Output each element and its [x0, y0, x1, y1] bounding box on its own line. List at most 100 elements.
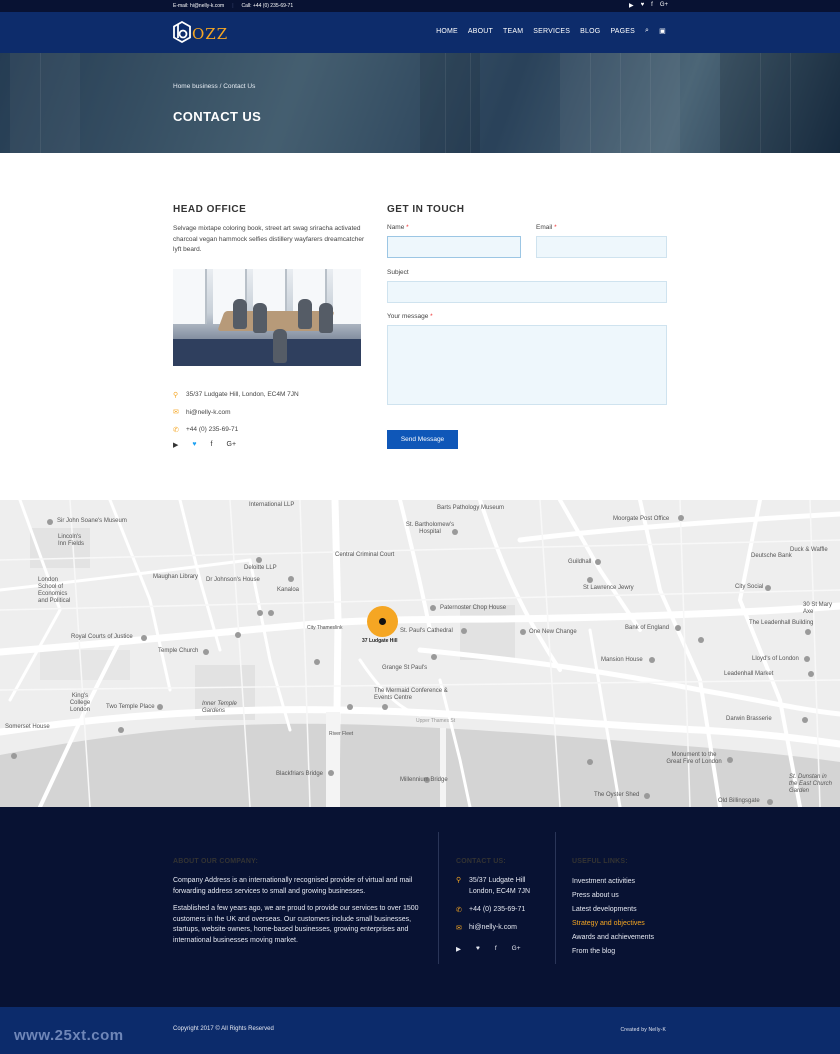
footer-about-text-2: Established a few years ago, we are prou…: [173, 905, 419, 944]
youtube-icon[interactable]: ▶: [456, 945, 461, 953]
map-label: Dr Johnson's House: [206, 577, 260, 583]
map-label: Upper Thames St: [416, 718, 456, 724]
twitter-icon[interactable]: ♥: [192, 441, 196, 449]
map-pin-dot: [379, 618, 386, 625]
footer-phone-text[interactable]: +44 (0) 235-69-71: [469, 906, 525, 914]
subject-field[interactable]: [387, 281, 667, 303]
map-label: St. Bartholomew's Hospital: [405, 522, 455, 535]
page-title: CONTACT US: [173, 109, 262, 124]
map-label: Central Criminal Court: [335, 552, 395, 558]
footer-link[interactable]: Latest developments: [572, 903, 654, 917]
email-label: Email *: [536, 224, 557, 231]
name-label: Name *: [387, 224, 409, 231]
facebook-icon[interactable]: f: [651, 2, 653, 9]
search-icon[interactable]: ⌕: [645, 27, 649, 35]
footer-contact-heading: CONTACT US:: [456, 858, 506, 865]
footer-link-active[interactable]: Strategy and objectives: [572, 917, 654, 931]
map-label: Royal Courts of Justice: [71, 634, 133, 640]
nav-home[interactable]: HOME: [436, 28, 458, 35]
name-field[interactable]: [387, 236, 521, 258]
footer-about-text-1: Company Address is an internationally re…: [173, 877, 413, 895]
facebook-icon[interactable]: f: [495, 945, 497, 953]
head-office-description: Selvage mixtape coloring book, street ar…: [173, 225, 365, 253]
map-label: Bank of England: [625, 625, 670, 631]
office-email[interactable]: ✉ hi@nelly-k.com: [173, 404, 299, 422]
map-label: 30 St Mary Axe: [803, 602, 833, 615]
map-label: St Lawrence Jewry: [583, 585, 634, 591]
topbar-phone[interactable]: Call: +44 (0) 235-69-71: [242, 3, 294, 9]
phone-value[interactable]: +44 (0) 235-69-71: [253, 3, 293, 9]
credit-text[interactable]: Created by Nelly-K: [620, 1027, 666, 1033]
map-label: The Oyster Shed: [594, 792, 640, 798]
map-label: River Fleet: [329, 731, 354, 737]
twitter-icon[interactable]: ♥: [641, 2, 645, 9]
map-label: Deutsche Bank: [751, 553, 792, 559]
footer-email-text[interactable]: hi@nelly-k.com: [469, 924, 517, 932]
office-phone[interactable]: ✆ +44 (0) 235-69-71: [173, 421, 299, 439]
location-map[interactable]: Sir John Soane's Museum Lincoln's Inn Fi…: [0, 500, 840, 807]
nav-pages[interactable]: PAGES: [610, 28, 635, 35]
map-label: The Leadenhall Building: [749, 620, 814, 626]
office-email-text[interactable]: hi@nelly-k.com: [186, 409, 231, 416]
map-label: International LLP: [249, 502, 295, 508]
subject-label: Subject: [387, 269, 409, 276]
head-office-heading: HEAD OFFICE: [173, 204, 247, 215]
footer-address-line1: 35/37 Ludgate Hill: [469, 877, 526, 884]
divider: |: [232, 3, 234, 9]
map-label: St. Dunstan in the East Church Garden: [789, 774, 833, 794]
office-social-links: ▶ ♥ f G+: [173, 441, 236, 449]
youtube-icon[interactable]: ▶: [173, 441, 178, 449]
email-value[interactable]: hi@nelly-k.com: [190, 3, 224, 9]
envelope-icon: ✉: [173, 409, 179, 417]
google-plus-icon[interactable]: G+: [660, 2, 668, 9]
footer-email[interactable]: ✉ hi@nelly-k.com: [456, 924, 517, 932]
bottom-bar: [0, 1007, 840, 1054]
map-label: Guildhall: [568, 559, 592, 565]
map-label: Maughan Library: [153, 574, 199, 580]
map-label: Barts Pathology Museum: [437, 505, 505, 511]
footer-about-heading: ABOUT OUR COMPANY:: [173, 858, 259, 865]
map-label: Lincoln's Inn Fields: [58, 534, 85, 547]
map-label: Deloitte LLP: [244, 565, 277, 571]
logo-text: OZZ: [192, 25, 229, 43]
map-label: Somerset House: [5, 724, 50, 730]
google-plus-icon[interactable]: G+: [512, 945, 521, 953]
footer-phone[interactable]: ✆ +44 (0) 235-69-71: [456, 906, 525, 914]
footer-link[interactable]: From the blog: [572, 945, 654, 959]
message-textarea[interactable]: [387, 325, 667, 405]
send-message-button[interactable]: Send Message: [387, 430, 458, 449]
map-label: One New Change: [529, 629, 577, 635]
map-label: Paternoster Chop House: [440, 605, 507, 611]
map-label: Lloyd's of London: [752, 656, 799, 662]
hero-banner: Home business / Contact Us CONTACT US: [0, 53, 840, 153]
map-label: Millennium Bridge: [400, 777, 448, 783]
email-field[interactable]: [536, 236, 667, 258]
main-navigation: OZZ HOME ABOUT TEAM SERVICES BLOG PAGES …: [0, 12, 840, 53]
footer-links-list: Investment activities Press about us Lat…: [572, 875, 654, 959]
breadcrumb[interactable]: Home business / Contact Us: [173, 83, 255, 90]
map-label: The Mermaid Conference & Events Centre: [374, 688, 448, 701]
facebook-icon[interactable]: f: [211, 441, 213, 449]
nav-about[interactable]: ABOUT: [468, 28, 493, 35]
footer-divider: [555, 832, 556, 964]
topbar-email[interactable]: E-mail: hi@nelly-k.com: [173, 3, 224, 9]
nav-blog[interactable]: BLOG: [580, 28, 600, 35]
map-label: Temple Church: [158, 648, 199, 654]
map-pin-marker[interactable]: [367, 606, 398, 637]
map-label: Moorgate Post Office: [613, 516, 670, 522]
copyright-text: Copyright 2017 © All Rights Reserved: [173, 1026, 274, 1032]
google-plus-icon[interactable]: G+: [227, 441, 237, 449]
cart-icon[interactable]: ▣: [659, 27, 666, 35]
footer-link[interactable]: Press about us: [572, 889, 654, 903]
footer-link[interactable]: Awards and achievements: [572, 931, 654, 945]
office-phone-text[interactable]: +44 (0) 235-69-71: [186, 426, 238, 433]
nav-team[interactable]: TEAM: [503, 28, 523, 35]
map-label: St. Paul's Cathedral: [400, 628, 453, 634]
footer-link[interactable]: Investment activities: [572, 875, 654, 889]
map-label: Grange St Paul's: [382, 665, 428, 671]
nav-services[interactable]: SERVICES: [533, 28, 570, 35]
twitter-icon[interactable]: ♥: [476, 945, 480, 953]
footer-links-heading: USEFUL LINKS:: [572, 858, 628, 865]
logo[interactable]: OZZ: [173, 21, 228, 43]
youtube-icon[interactable]: ▶: [629, 2, 634, 9]
